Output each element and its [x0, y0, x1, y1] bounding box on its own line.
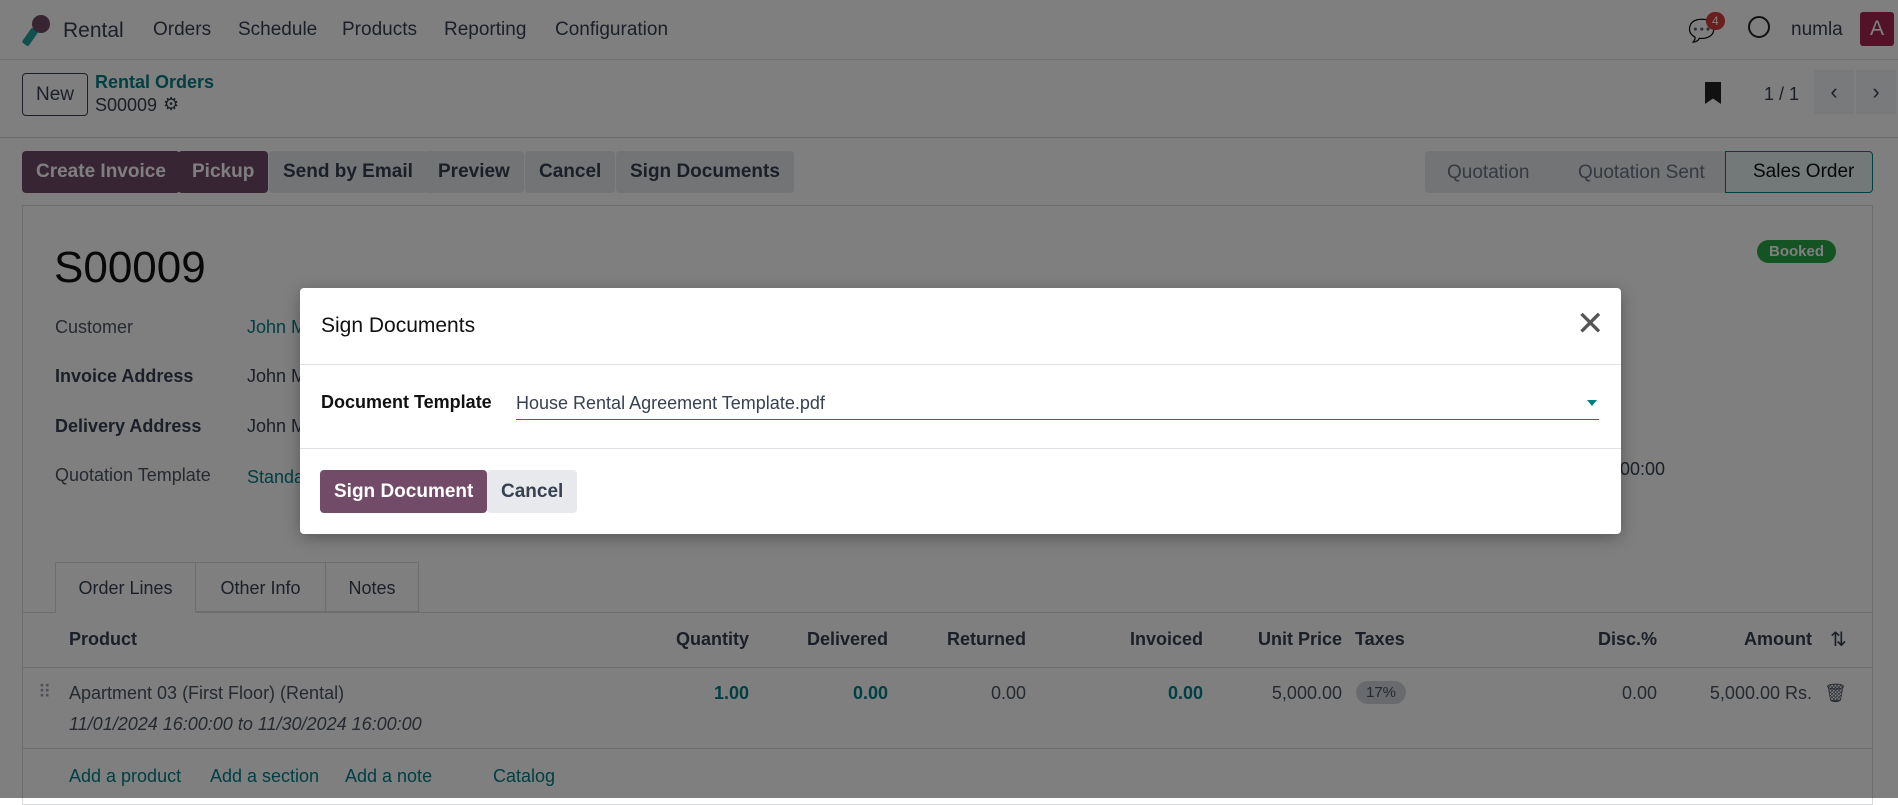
dialog-title: Sign Documents [321, 314, 476, 337]
chevron-down-icon[interactable] [1587, 400, 1597, 406]
dialog-cancel-button[interactable]: Cancel [487, 470, 578, 513]
document-template-value: House Rental Agreement Template.pdf [516, 393, 825, 413]
close-icon[interactable]: ✕ [1576, 304, 1605, 344]
sign-documents-dialog: Sign Documents ✕ Document Template House… [300, 288, 1621, 534]
sign-document-button[interactable]: Sign Document [320, 470, 488, 513]
document-template-select[interactable]: House Rental Agreement Template.pdf [516, 388, 1599, 420]
document-template-label: Document Template [321, 392, 492, 412]
